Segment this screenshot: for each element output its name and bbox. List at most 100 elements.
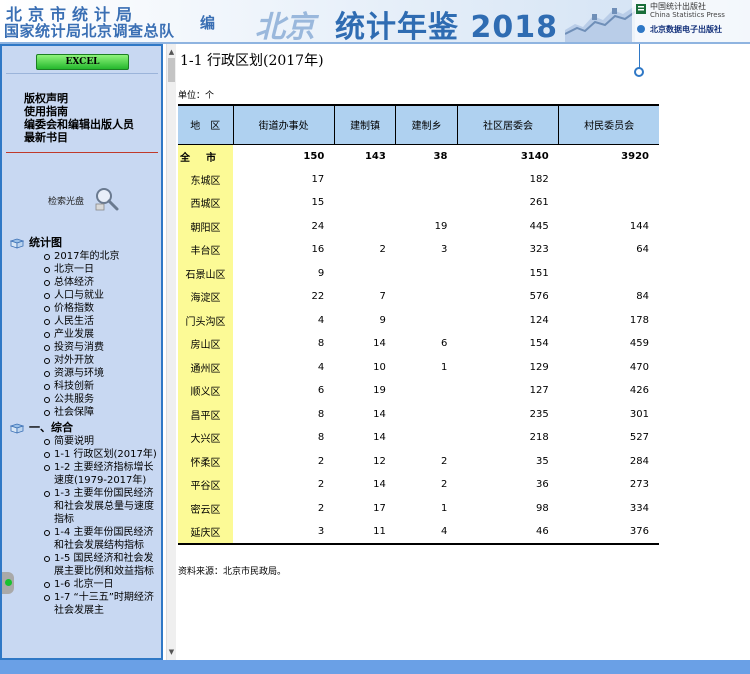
value-cell: 3: [233, 520, 335, 545]
value-cell: 46: [457, 520, 559, 545]
press-logo-icon: [636, 4, 646, 33]
scroll-thumb[interactable]: [168, 58, 175, 82]
value-cell: [396, 285, 458, 309]
value-cell: 6: [317, 385, 325, 397]
nav-item[interactable]: 1-2 主要经济指标增长速度(1979-2017年): [44, 461, 160, 487]
value-cell: [396, 379, 458, 403]
banner-yearbook-title: 统计年鉴 2018: [335, 10, 558, 44]
table-header-row: 地 区 街道办事处 建制镇 建制乡 社区居委会 村民委员会: [178, 104, 659, 145]
nav-item[interactable]: 1-3 主要年份国民经济和社会发展总量与速度指标: [44, 487, 160, 526]
value-cell: 19: [434, 220, 448, 232]
value-cell: [559, 262, 659, 286]
nav-item[interactable]: 公共服务: [44, 393, 160, 406]
table-body: 全 市 150 143 38 3140 3920 东城区 17 182 西城区 15 261 朝阳区 24…: [178, 144, 659, 545]
link-user-guide[interactable]: 使用指南: [24, 105, 134, 118]
value-cell: 127: [529, 385, 549, 397]
nav-item[interactable]: 简要说明: [44, 435, 160, 448]
content-scrollbar[interactable]: ▲ ▼: [166, 44, 176, 660]
divider: [6, 152, 158, 153]
table-row: 全 市 150 143 38 3140 3920: [178, 144, 659, 168]
value-cell: 129: [529, 361, 549, 373]
header-cell: 建制镇: [333, 104, 396, 145]
nav-list-charts: 2017年的北京 北京一日 总体经济 人口与就业 价格指数 人民生活 产业发展 …: [10, 250, 160, 419]
link-copyright[interactable]: 版权声明: [24, 92, 134, 105]
value-cell: [396, 309, 458, 333]
value-cell: 182: [529, 173, 549, 185]
link-editorial-board[interactable]: 编委会和编辑出版人员: [24, 118, 134, 131]
link-latest-books[interactable]: 最新书目: [24, 131, 134, 144]
great-wall-image: [565, 6, 635, 42]
value-cell: 178: [629, 314, 649, 326]
nav-category-charts[interactable]: 统计图: [10, 236, 160, 250]
nav-tree: 统计图 2017年的北京 北京一日 总体经济 人口与就业 价格指数 人民生活 产…: [10, 234, 160, 617]
page-title: 1-1 行政区划(2017年): [180, 53, 324, 69]
value-cell: 2: [441, 455, 448, 467]
scroll-up-arrow-icon[interactable]: ▲: [167, 48, 176, 56]
value-cell: [334, 191, 396, 215]
banner-beijing-calligraphy: 北京: [255, 10, 315, 44]
nav-list-general: 简要说明 1-1 行政区划(2017年) 1-2 主要经济指标增长速度(1979…: [10, 435, 160, 617]
sidebar-toggle-handle[interactable]: [2, 572, 14, 594]
value-cell: 273: [629, 479, 649, 491]
table-row: 通州区 4 10 1 129 470: [178, 355, 659, 379]
search-disc-button[interactable]: 检索光盘: [48, 186, 128, 212]
sidebar: EXCEL 版权声明 使用指南 编委会和编辑出版人员 最新书目 检索光盘 统计图…: [0, 44, 163, 660]
value-cell: 235: [529, 408, 549, 420]
table-row: 大兴区 8 14 218 527: [178, 426, 659, 450]
value-cell: [334, 215, 396, 239]
nav-item[interactable]: 人口与就业: [44, 289, 160, 302]
nav-item[interactable]: 科技创新: [44, 380, 160, 393]
region-cell: 全 市: [178, 144, 233, 168]
value-cell: 3140: [520, 150, 549, 162]
value-cell: 9: [379, 314, 386, 326]
value-cell: 576: [529, 291, 549, 303]
value-cell: 1: [441, 361, 448, 373]
nav-item[interactable]: 2017年的北京: [44, 250, 160, 263]
value-cell: 261: [529, 197, 549, 209]
nav-item[interactable]: 1-4 主要年份国民经济和社会发展结构指标: [44, 526, 160, 552]
value-cell: 2: [317, 502, 325, 514]
header-cell: 村民委员会: [558, 104, 659, 145]
value-cell: 218: [529, 432, 549, 444]
value-cell: 2: [441, 479, 448, 491]
nav-item-selected[interactable]: 1-1 行政区划(2017年): [44, 448, 160, 461]
value-cell: [396, 262, 458, 286]
nav-item[interactable]: 1-7 “十三五”时期经济社会发展主: [44, 591, 160, 617]
value-cell: 301: [629, 408, 649, 420]
region-cell: 丰台区: [178, 238, 233, 262]
nav-item[interactable]: 总体经济: [44, 276, 160, 289]
table-row: 石景山区 9 151: [178, 261, 659, 286]
nav-item[interactable]: 人民生活: [44, 315, 160, 328]
nav-category-general[interactable]: 一、综合: [10, 421, 160, 435]
nav-item[interactable]: 价格指数: [44, 302, 160, 315]
nav-item[interactable]: 资源与环境: [44, 367, 160, 380]
table-row: 密云区 2 17 1 98 334: [178, 496, 659, 520]
value-cell: 8: [317, 338, 325, 350]
status-dot: [5, 579, 12, 586]
table-row: 丰台区 16 2 3 323 64: [178, 238, 659, 262]
publisher-digital: 北京数据电子出版社: [650, 25, 722, 34]
region-cell: 顺义区: [178, 379, 233, 403]
app-window: 北京市统计局 国家统计局北京调查总队 编 北京 统计年鉴 2018 中国统计出版…: [0, 0, 750, 674]
value-cell: [334, 168, 396, 192]
nav-item[interactable]: 产业发展: [44, 328, 160, 341]
nav-category-label: 统计图: [29, 236, 62, 249]
nav-item[interactable]: 投资与消费: [44, 341, 160, 354]
excel-button[interactable]: EXCEL: [36, 54, 129, 70]
value-cell: 17: [373, 502, 386, 514]
banner-edit-label: 编: [200, 14, 216, 32]
nav-item[interactable]: 1-6 北京一日: [44, 578, 160, 591]
table-row: 昌平区 8 14 235 301: [178, 402, 659, 426]
value-cell: 19: [373, 385, 386, 397]
value-cell: 4: [395, 520, 458, 545]
nav-item[interactable]: 1-5 国民经济和社会发展主要比例和效益指标: [44, 552, 160, 578]
value-cell: 9: [317, 267, 325, 279]
header-cell: 地 区: [178, 104, 233, 145]
value-cell: 17: [311, 173, 325, 185]
table-row: 海淀区 22 7 576 84: [178, 285, 659, 309]
scroll-down-arrow-icon[interactable]: ▼: [167, 648, 176, 656]
nav-item[interactable]: 对外开放: [44, 354, 160, 367]
nav-item[interactable]: 北京一日: [44, 263, 160, 276]
value-cell: 2: [379, 244, 386, 256]
nav-item[interactable]: 社会保障: [44, 406, 160, 419]
